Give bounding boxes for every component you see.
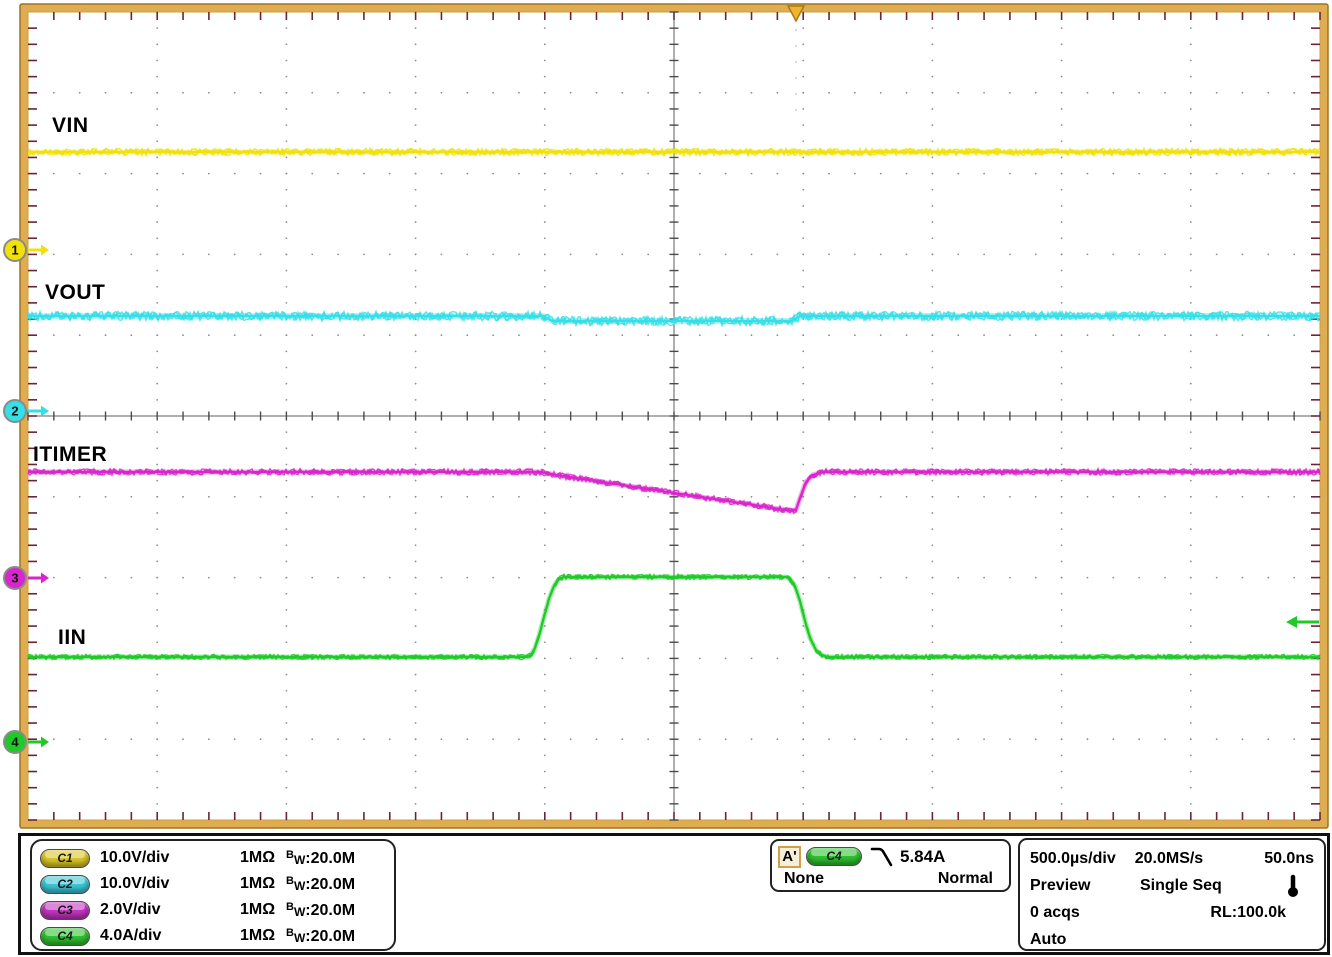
trigger-level-value: 5.84A xyxy=(900,847,945,867)
svg-text:4: 4 xyxy=(11,735,19,750)
resolution-value: 50.0ns xyxy=(1264,850,1314,868)
channel-scale: 2.0V/div xyxy=(100,901,240,919)
horizontal-row-1: 500.0µs/div 20.0MS/s 50.0ns xyxy=(1020,845,1324,872)
falling-edge-icon xyxy=(870,846,894,868)
trace-label-vout: VOUT xyxy=(45,281,105,305)
oscilloscope-screen: { "scope": { "labels": { "ch1": "VIN", "… xyxy=(0,0,1332,957)
channel-scale: 10.0V/div xyxy=(100,875,240,893)
trigger-row-modes: None Normal xyxy=(772,870,1009,888)
thermometer-icon xyxy=(1286,874,1300,898)
channel-readout-row: C4 4.0A/div 1MΩ BW:20.0M xyxy=(32,923,394,949)
channel-pill[interactable]: C2 xyxy=(40,875,90,894)
acquisition-state: Preview xyxy=(1030,877,1140,895)
thermometer-icon-wrap xyxy=(1276,874,1314,898)
channel-impedance: 1MΩ xyxy=(240,927,286,945)
channel-bandwidth: BW:20.0M xyxy=(286,901,355,920)
channel-pill[interactable]: C4 xyxy=(40,927,90,946)
readout-panel: C1 10.0V/div 1MΩ BW:20.0M C2 10.0V/div 1… xyxy=(18,833,1330,955)
channel-scale: 10.0V/div xyxy=(100,849,240,867)
horizontal-row-3: 0 acqs RL:100.0k xyxy=(1020,899,1324,926)
trigger-a-badge[interactable]: A' xyxy=(778,846,801,868)
channel-impedance: 1MΩ xyxy=(240,875,286,893)
trace-label-iin: IIN xyxy=(58,626,86,650)
trigger-mode-auto: Auto xyxy=(1030,931,1140,949)
trace-label-vin: VIN xyxy=(52,114,89,138)
channel-pill-label: C4 xyxy=(57,929,72,943)
trace-vin xyxy=(28,149,1320,156)
svg-text:1: 1 xyxy=(11,243,18,258)
trigger-holdoff-label: None xyxy=(784,870,824,888)
trigger-source-pill[interactable]: C4 xyxy=(806,847,862,866)
trigger-mode-label: Normal xyxy=(938,870,993,888)
channel-pill-label: C2 xyxy=(57,877,72,891)
sequence-mode: Single Seq xyxy=(1140,877,1276,895)
channel-readout-row: C2 10.0V/div 1MΩ BW:20.0M xyxy=(32,871,394,897)
trigger-row-main: A' C4 5.84A xyxy=(772,843,1009,870)
trace-label-itimer: ITIMER xyxy=(33,443,107,467)
channel-bandwidth: BW:20.0M xyxy=(286,875,355,894)
channel-bandwidth: BW:20.0M xyxy=(286,849,355,868)
record-length-value: RL:100.0k xyxy=(1140,904,1314,922)
trigger-readout-box[interactable]: A' C4 5.84A None Normal xyxy=(770,839,1011,892)
channel-pill-label: C1 xyxy=(57,851,72,865)
scope-display: 1 2 3 4 xyxy=(0,0,1332,832)
channel-pill[interactable]: C3 xyxy=(40,901,90,920)
channel-impedance: 1MΩ xyxy=(240,901,286,919)
channel-readout-row: C3 2.0V/div 1MΩ BW:20.0M xyxy=(32,897,394,923)
channel-scale: 4.0A/div xyxy=(100,927,240,945)
acquisitions-count: 0 acqs xyxy=(1030,904,1140,922)
channel-impedance: 1MΩ xyxy=(240,849,286,867)
timebase-value: 500.0µs/div xyxy=(1030,850,1135,868)
horizontal-readout-box[interactable]: 500.0µs/div 20.0MS/s 50.0ns Preview Sing… xyxy=(1018,838,1326,951)
svg-text:2: 2 xyxy=(11,404,18,419)
horizontal-row-4: Auto xyxy=(1020,926,1324,953)
channel-bandwidth: BW:20.0M xyxy=(286,927,355,946)
trigger-source-label: C4 xyxy=(826,849,841,863)
svg-text:3: 3 xyxy=(11,571,18,586)
channel-readout-row: C1 10.0V/div 1MΩ BW:20.0M xyxy=(32,845,394,871)
channel-pill-label: C3 xyxy=(57,903,72,917)
horizontal-row-2: Preview Single Seq xyxy=(1020,872,1324,899)
channel-readout-box[interactable]: C1 10.0V/div 1MΩ BW:20.0M C2 10.0V/div 1… xyxy=(30,839,396,951)
sample-rate-value: 20.0MS/s xyxy=(1135,850,1264,868)
channel-pill[interactable]: C1 xyxy=(40,849,90,868)
